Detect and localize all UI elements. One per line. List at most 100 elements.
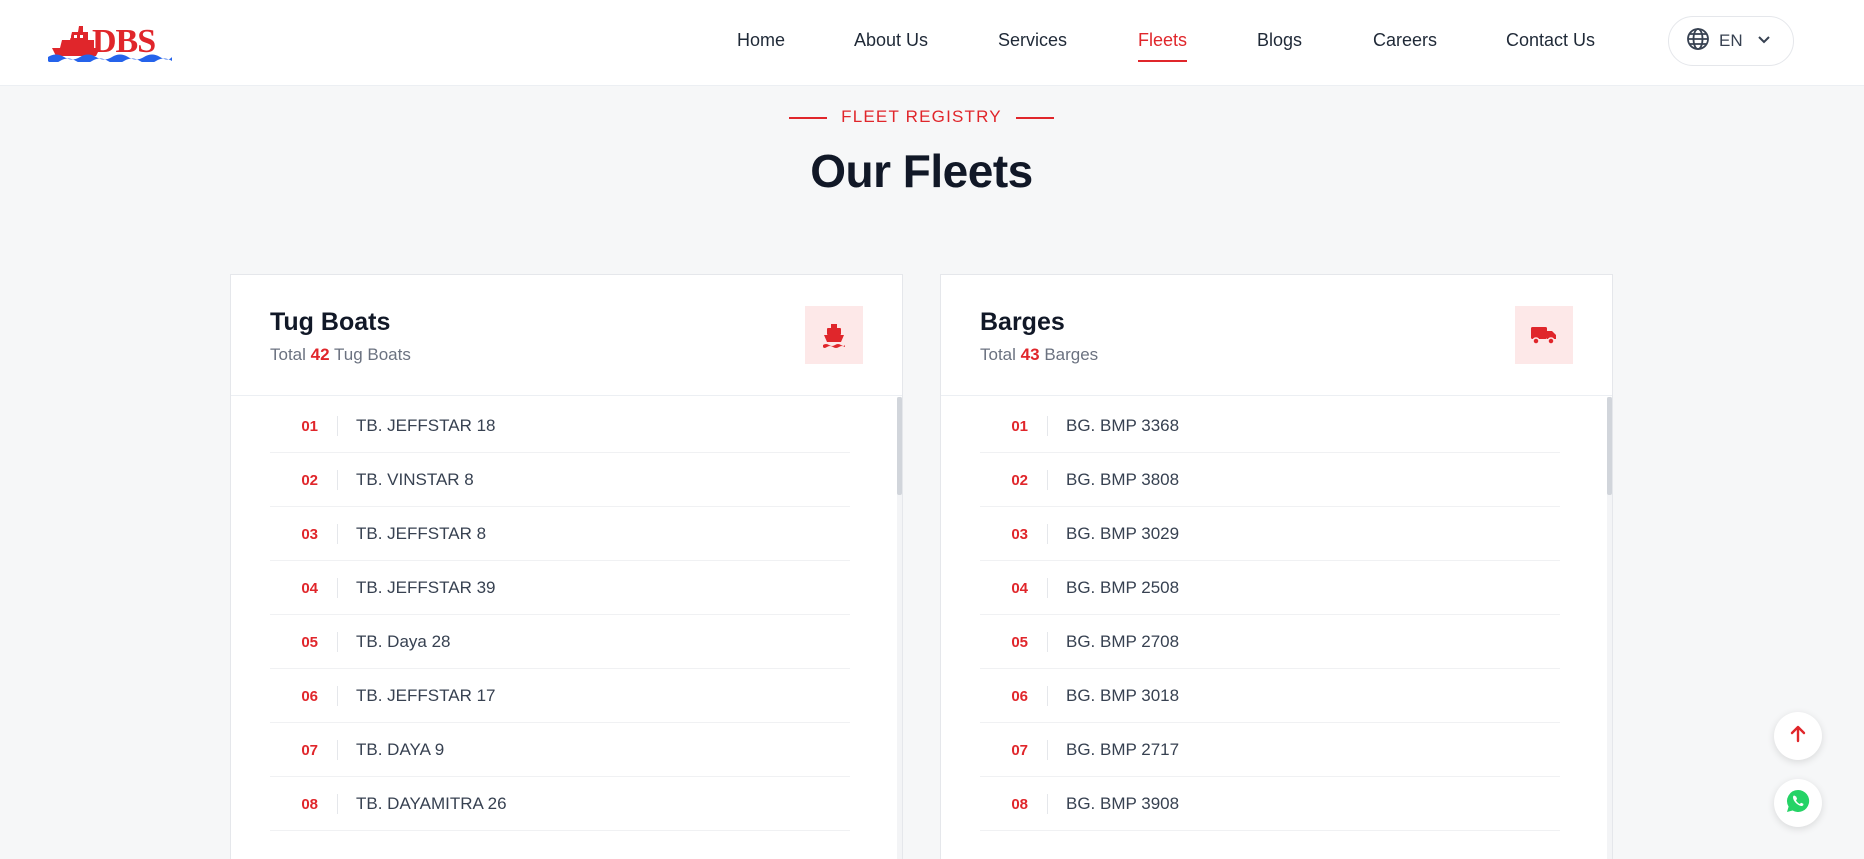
divider	[1047, 416, 1048, 436]
item-name: BG. BMP 3808	[1066, 470, 1180, 489]
ship-icon	[805, 306, 863, 364]
nav-item-fleets[interactable]: Fleets	[1138, 30, 1188, 62]
tugboats-total-prefix: Total	[270, 345, 306, 364]
item-number: 06	[1011, 688, 1028, 705]
nav-item-home[interactable]: Home	[737, 30, 785, 51]
divider	[337, 686, 338, 706]
item-name: BG. BMP 2717	[1066, 740, 1180, 759]
item-name: TB. Daya 28	[356, 632, 451, 651]
divider	[1047, 632, 1048, 652]
nav-item-services[interactable]: Services	[998, 30, 1067, 51]
divider	[337, 416, 338, 436]
item-name: BG. BMP 3368	[1066, 416, 1180, 435]
item-name: TB. VINSTAR 8	[356, 470, 474, 489]
list-item[interactable]: 02 BG. BMP 3808	[980, 453, 1560, 507]
item-name: TB. DAYAMITRA 26	[356, 794, 507, 813]
divider	[1047, 686, 1048, 706]
arrow-up-icon	[1790, 725, 1806, 748]
list-item[interactable]: 03 BG. BMP 3029	[980, 507, 1560, 561]
item-name: BG. BMP 3908	[1066, 794, 1180, 813]
divider	[337, 632, 338, 652]
item-number: 03	[1011, 526, 1028, 543]
divider	[337, 524, 338, 544]
section-eyebrow: FLEET REGISTRY	[0, 107, 1843, 127]
item-number: 02	[1011, 472, 1028, 489]
nav-item-blogs[interactable]: Blogs	[1257, 30, 1302, 51]
item-number: 03	[301, 526, 318, 543]
barges-scrollbar-thumb[interactable]	[1607, 397, 1612, 495]
barges-card-header: Barges Total 43 Barges	[941, 275, 1612, 396]
item-name: TB. JEFFSTAR 17	[356, 686, 496, 705]
chevron-down-icon	[1757, 32, 1771, 50]
divider	[1047, 794, 1048, 814]
barges-total: Total 43 Barges	[980, 345, 1098, 365]
divider	[337, 794, 338, 814]
item-number: 07	[1011, 742, 1028, 759]
eyebrow-line-right	[1015, 116, 1054, 119]
svg-text:DBS: DBS	[92, 23, 155, 60]
eyebrow-text: FLEET REGISTRY	[841, 107, 1002, 126]
item-name: TB. JEFFSTAR 39	[356, 578, 496, 597]
tugboats-total-suffix: Tug Boats	[334, 345, 411, 364]
dbs-logo[interactable]: DBS	[48, 18, 172, 64]
list-item[interactable]: 08 BG. BMP 3908	[980, 777, 1560, 831]
list-item[interactable]: 05 TB. Daya 28	[270, 615, 850, 669]
item-number: 04	[1011, 580, 1028, 597]
item-number: 01	[301, 418, 318, 435]
list-item[interactable]: 08 TB. DAYAMITRA 26	[270, 777, 850, 831]
barges-total-prefix: Total	[980, 345, 1016, 364]
item-name: BG. BMP 2508	[1066, 578, 1180, 597]
tugboats-list: 01 TB. JEFFSTAR 18 02 TB. VINSTAR 8 03 TB. …	[270, 399, 850, 831]
list-item[interactable]: 06 TB. JEFFSTAR 17	[270, 669, 850, 723]
eyebrow-line-left	[789, 116, 828, 119]
site-header: DBS Home About Us Services Fleets Blogs …	[0, 0, 1864, 86]
item-name: BG. BMP 3029	[1066, 524, 1180, 543]
item-number: 01	[1011, 418, 1028, 435]
list-item[interactable]: 01 BG. BMP 3368	[980, 399, 1560, 453]
tugboats-scrollbar-thumb[interactable]	[897, 397, 902, 495]
list-item[interactable]: 07 BG. BMP 2717	[980, 723, 1560, 777]
tugboats-total: Total 42 Tug Boats	[270, 345, 411, 365]
item-number: 06	[301, 688, 318, 705]
list-item[interactable]: 07 TB. DAYA 9	[270, 723, 850, 777]
item-number: 05	[301, 634, 318, 651]
nav-item-careers[interactable]: Careers	[1373, 30, 1437, 51]
list-item[interactable]: 02 TB. VINSTAR 8	[270, 453, 850, 507]
item-number: 02	[301, 472, 318, 489]
list-item[interactable]: 01 TB. JEFFSTAR 18	[270, 399, 850, 453]
divider	[337, 740, 338, 760]
list-item[interactable]: 03 TB. JEFFSTAR 8	[270, 507, 850, 561]
barges-total-suffix: Barges	[1044, 345, 1099, 364]
item-number: 08	[301, 796, 318, 813]
divider	[337, 578, 338, 598]
barges-list: 01 BG. BMP 3368 02 BG. BMP 3808 03 BG. BMP …	[980, 399, 1560, 831]
tugboats-card-header: Tug Boats Total 42 Tug Boats	[231, 275, 902, 396]
list-item[interactable]: 04 BG. BMP 2508	[980, 561, 1560, 615]
tugboats-card: Tug Boats Total 42 Tug Boats 01 TB. JEFFS…	[230, 274, 903, 859]
item-name: TB. JEFFSTAR 8	[356, 524, 487, 543]
barges-total-count: 43	[1020, 345, 1040, 364]
whatsapp-icon	[1785, 788, 1811, 819]
nav-item-about-us[interactable]: About Us	[854, 30, 928, 51]
item-name: BG. BMP 3018	[1066, 686, 1180, 705]
scroll-to-top-button[interactable]	[1774, 712, 1822, 760]
tugboats-total-count: 42	[310, 345, 330, 364]
barges-title: Barges	[980, 308, 1065, 336]
divider	[1047, 470, 1048, 490]
language-label: EN	[1719, 31, 1743, 50]
page-title: Our Fleets	[810, 145, 1033, 197]
whatsapp-button[interactable]	[1774, 779, 1822, 827]
language-selector[interactable]: EN	[1668, 16, 1794, 66]
barges-card: Barges Total 43 Barges 01 BG. BMP 3368 02…	[940, 274, 1613, 859]
divider	[1047, 524, 1048, 544]
truck-icon	[1515, 306, 1573, 364]
item-number: 08	[1011, 796, 1028, 813]
item-number: 07	[301, 742, 318, 759]
globe-icon	[1686, 27, 1710, 56]
list-item[interactable]: 04 TB. JEFFSTAR 39	[270, 561, 850, 615]
list-item[interactable]: 06 BG. BMP 3018	[980, 669, 1560, 723]
nav-item-contact-us[interactable]: Contact Us	[1506, 30, 1595, 51]
item-number: 05	[1011, 634, 1028, 651]
item-name: TB. DAYA 9	[356, 740, 445, 759]
list-item[interactable]: 05 BG. BMP 2708	[980, 615, 1560, 669]
